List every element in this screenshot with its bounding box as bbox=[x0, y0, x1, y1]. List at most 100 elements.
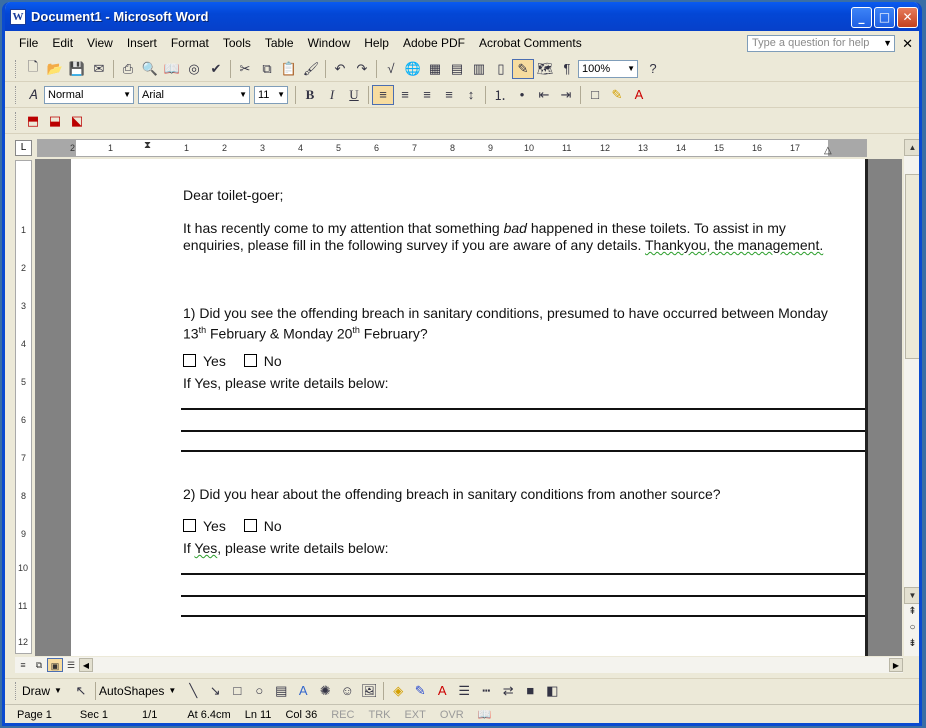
menu-file[interactable]: File bbox=[19, 36, 38, 50]
arrow-icon[interactable]: ↘ bbox=[204, 681, 226, 701]
hyperlink-icon[interactable]: 🌐 bbox=[402, 59, 424, 79]
intro-paragraph[interactable]: It has recently come to my attention tha… bbox=[183, 220, 873, 254]
decrease-indent-icon[interactable]: ⇤ bbox=[533, 85, 555, 105]
scroll-right-icon[interactable]: ▶ bbox=[889, 658, 903, 672]
font-select[interactable]: Arial ▼ bbox=[138, 85, 250, 104]
menu-help[interactable]: Help bbox=[364, 36, 389, 50]
indent-marker-icon[interactable]: ⧗ bbox=[144, 140, 151, 151]
greeting-text[interactable]: Dear toilet-goer; bbox=[183, 187, 283, 204]
chevron-down-icon[interactable]: ▼ bbox=[54, 686, 62, 695]
q1-details-prompt[interactable]: If Yes, please write details below: bbox=[183, 375, 388, 392]
columns-icon[interactable]: ▯ bbox=[490, 59, 512, 79]
dash-style-icon[interactable]: ┅ bbox=[475, 681, 497, 701]
convert-and-email-icon[interactable]: ⬓ bbox=[44, 111, 66, 131]
bold-icon[interactable]: B bbox=[299, 85, 321, 105]
spelling-icon[interactable]: ✔ bbox=[205, 59, 227, 79]
rectangle-icon[interactable]: □ bbox=[226, 681, 248, 701]
format-painter-icon[interactable]: 🖌 bbox=[300, 59, 322, 79]
outline-view-icon[interactable]: ☰ bbox=[63, 658, 79, 672]
document-area[interactable]: Dear toilet-goer; It has recently come t… bbox=[35, 159, 902, 656]
zoom-select[interactable]: 100% ▼ bbox=[578, 59, 638, 78]
research-icon[interactable]: 📖 bbox=[161, 59, 183, 79]
italic-icon[interactable]: I bbox=[321, 85, 343, 105]
q2-yes-checkbox[interactable] bbox=[183, 519, 196, 532]
menu-tools[interactable]: Tools bbox=[223, 36, 251, 50]
help-icon[interactable]: ? bbox=[642, 59, 664, 79]
maximize-button[interactable]: □ bbox=[874, 7, 895, 28]
chevron-down-icon[interactable]: ▼ bbox=[627, 61, 635, 77]
toolbar-grip[interactable] bbox=[15, 59, 18, 78]
line-color-icon[interactable]: ✎ bbox=[409, 681, 431, 701]
permission-icon[interactable]: ✉ bbox=[88, 59, 110, 79]
tab-selector[interactable]: L bbox=[15, 140, 32, 156]
next-page-icon[interactable]: ⇟ bbox=[904, 638, 919, 652]
open-icon[interactable]: 📂 bbox=[44, 59, 66, 79]
convert-and-review-icon[interactable]: ⬕ bbox=[66, 111, 88, 131]
scroll-down-icon[interactable]: ▼ bbox=[904, 587, 919, 604]
text-box-icon[interactable]: ▤ bbox=[270, 681, 292, 701]
status-rec[interactable]: REC bbox=[331, 709, 354, 721]
align-center-icon[interactable]: ≡ bbox=[394, 85, 416, 105]
borders-icon[interactable]: □ bbox=[584, 85, 606, 105]
research-book-icon[interactable]: ◎ bbox=[183, 59, 205, 79]
toolbar-grip[interactable] bbox=[15, 85, 18, 104]
menu-table[interactable]: Table bbox=[265, 36, 294, 50]
print-icon[interactable]: ⎙ bbox=[117, 59, 139, 79]
style-select[interactable]: Normal ▼ bbox=[44, 85, 134, 104]
clip-art-icon[interactable]: ☺ bbox=[336, 681, 358, 701]
draw-menu[interactable]: Draw bbox=[22, 684, 50, 698]
fill-color-icon[interactable]: ◈ bbox=[387, 681, 409, 701]
status-ext[interactable]: EXT bbox=[404, 709, 425, 721]
web-layout-icon[interactable]: ⧉ bbox=[31, 658, 47, 672]
font-color-icon[interactable]: A bbox=[431, 681, 453, 701]
bullets-icon[interactable]: • bbox=[511, 85, 533, 105]
insert-spreadsheet-icon[interactable]: ▥ bbox=[468, 59, 490, 79]
align-right-icon[interactable]: ≡ bbox=[416, 85, 438, 105]
vertical-scrollbar[interactable]: ▲ ▼ ⇞ ○ ⇟ bbox=[904, 139, 919, 656]
diagram-icon[interactable]: ✺ bbox=[314, 681, 336, 701]
toolbar-grip[interactable] bbox=[15, 681, 18, 700]
document-map-icon[interactable]: 🗺 bbox=[534, 59, 556, 79]
title-bar[interactable]: W Document1 - Microsoft Word _ □ ✕ bbox=[5, 2, 919, 31]
chevron-down-icon[interactable]: ▼ bbox=[123, 87, 131, 103]
line-icon[interactable]: ╲ bbox=[182, 681, 204, 701]
underline-icon[interactable]: U bbox=[343, 85, 365, 105]
print-layout-icon[interactable]: ▣ bbox=[47, 658, 63, 672]
scroll-left-icon[interactable]: ◀ bbox=[79, 658, 93, 672]
minimize-button[interactable]: _ bbox=[851, 7, 872, 28]
chevron-down-icon[interactable]: ▼ bbox=[883, 36, 892, 51]
q2-no-checkbox[interactable] bbox=[243, 519, 257, 532]
question-1[interactable]: 1) Did you see the offending breach in s… bbox=[183, 305, 873, 343]
menu-edit[interactable]: Edit bbox=[52, 36, 73, 50]
redo-icon[interactable]: ↷ bbox=[351, 59, 373, 79]
line-spacing-icon[interactable]: ↕ bbox=[460, 85, 482, 105]
spelling-status-icon[interactable]: 📖 bbox=[478, 708, 492, 721]
menu-insert[interactable]: Insert bbox=[127, 36, 157, 50]
menu-adobe-pdf[interactable]: Adobe PDF bbox=[403, 36, 465, 50]
status-ovr[interactable]: OVR bbox=[440, 709, 464, 721]
oval-icon[interactable]: ○ bbox=[248, 681, 270, 701]
autoshapes-menu[interactable]: AutoShapes bbox=[99, 684, 164, 698]
word-app-icon[interactable]: W bbox=[10, 8, 26, 25]
menu-acrobat-comments[interactable]: Acrobat Comments bbox=[479, 36, 582, 50]
scroll-thumb[interactable] bbox=[905, 174, 919, 359]
question-2[interactable]: 2) Did you hear about the offending brea… bbox=[183, 486, 721, 503]
3d-style-icon[interactable]: ◧ bbox=[541, 681, 563, 701]
convert-to-pdf-icon[interactable]: ⬒ bbox=[22, 111, 44, 131]
tables-borders-icon[interactable]: ▦ bbox=[424, 59, 446, 79]
menu-window[interactable]: Window bbox=[308, 36, 351, 50]
vertical-ruler[interactable]: 1 2 3 4 5 6 7 8 9 10 11 12 bbox=[15, 160, 32, 654]
status-trk[interactable]: TRK bbox=[368, 709, 390, 721]
justify-icon[interactable]: ≡ bbox=[438, 85, 460, 105]
q1-yes-checkbox[interactable] bbox=[183, 354, 196, 367]
highlight-icon[interactable]: ✎ bbox=[606, 85, 628, 105]
numbering-icon[interactable]: ⒈ bbox=[489, 85, 511, 105]
horizontal-scrollbar[interactable]: ≡ ⧉ ▣ ☰ ◀ ▶ bbox=[15, 657, 903, 673]
wordart-icon[interactable]: A bbox=[292, 681, 314, 701]
font-color-icon[interactable]: A bbox=[628, 85, 650, 105]
chevron-down-icon[interactable]: ▼ bbox=[277, 87, 285, 103]
save-icon[interactable]: 💾 bbox=[66, 59, 88, 79]
menu-view[interactable]: View bbox=[87, 36, 113, 50]
arrow-style-icon[interactable]: ⇄ bbox=[497, 681, 519, 701]
toolbar-grip[interactable] bbox=[15, 111, 18, 130]
